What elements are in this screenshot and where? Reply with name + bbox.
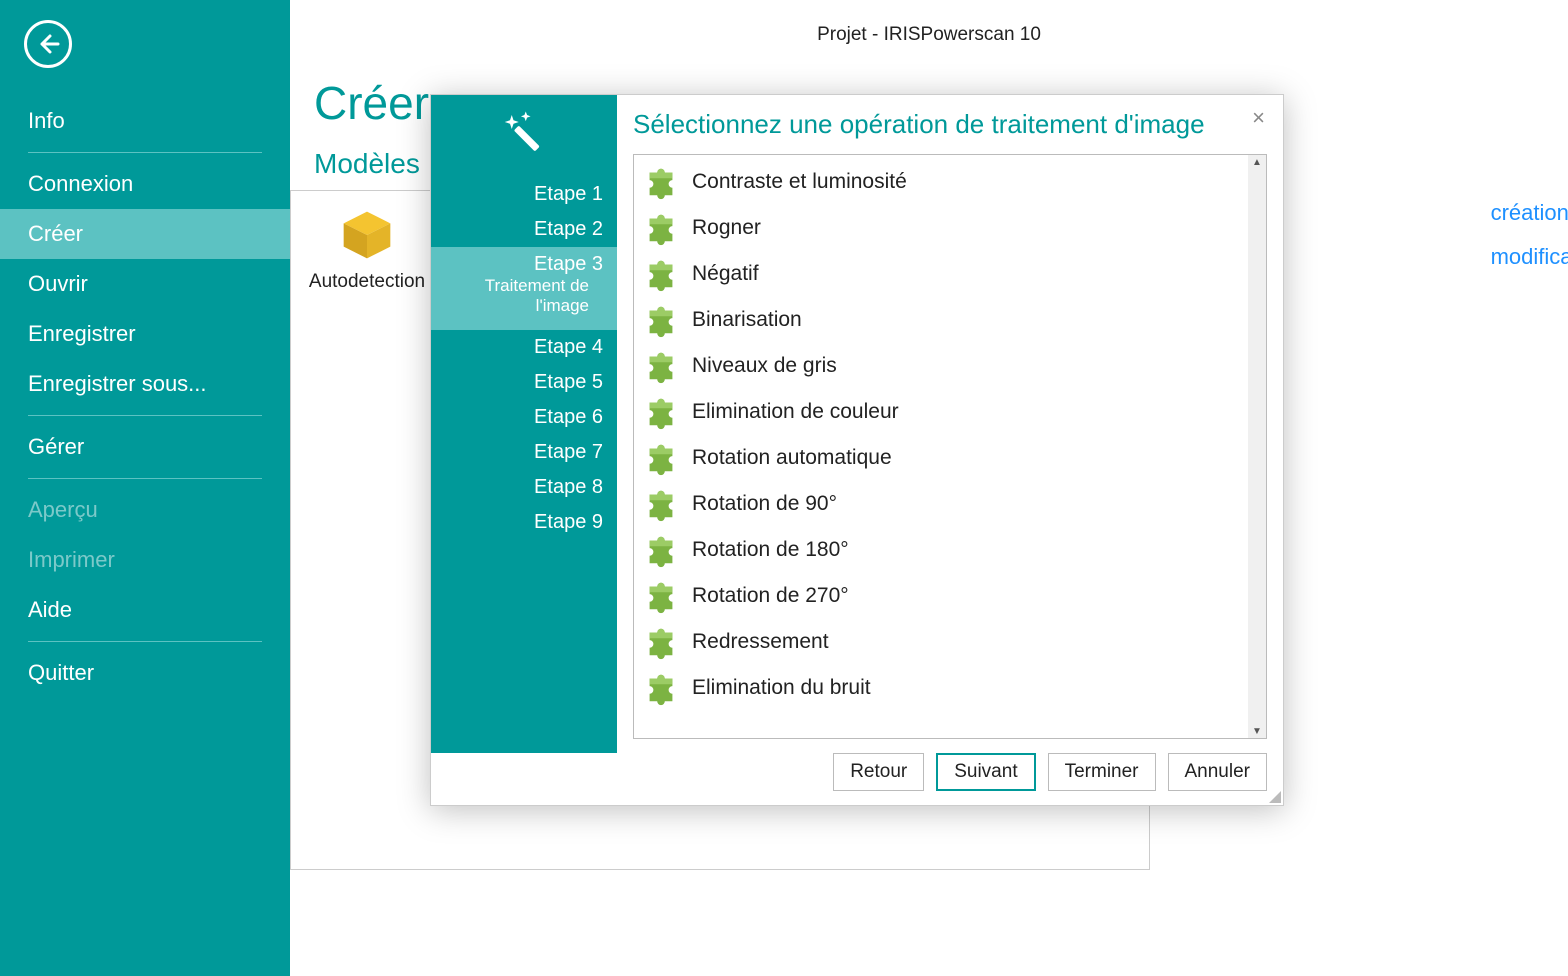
wizard-step-5[interactable]: Etape 5	[431, 365, 617, 400]
wizard-steps-panel: Etape 1 Etape 2 Etape 3 Traitement de l'…	[431, 95, 617, 753]
close-button[interactable]: ×	[1244, 101, 1273, 135]
scroll-up-icon[interactable]: ▲	[1248, 155, 1266, 169]
sidebar-item-ouvrir[interactable]: Ouvrir	[0, 259, 290, 309]
sidebar-item-info[interactable]: Info	[0, 96, 290, 146]
operation-item[interactable]: Binarisation	[634, 297, 1248, 343]
right-links: création modification	[1491, 200, 1568, 288]
next-button[interactable]: Suivant	[936, 753, 1035, 791]
operation-label: Rotation automatique	[692, 446, 892, 470]
operation-label: Négatif	[692, 262, 759, 286]
operation-item[interactable]: Négatif	[634, 251, 1248, 297]
wizard-step-3-sub: Traitement de l'image	[439, 276, 603, 324]
sidebar-item-creer[interactable]: Créer	[0, 209, 290, 259]
operation-item[interactable]: Elimination du bruit	[634, 665, 1248, 711]
sidebar-item-enregistrer[interactable]: Enregistrer	[0, 309, 290, 359]
template-label: Autodetection	[307, 271, 427, 293]
link-modification[interactable]: modification	[1491, 244, 1568, 270]
operation-label: Binarisation	[692, 308, 802, 332]
back-button[interactable]	[24, 20, 72, 68]
divider	[28, 641, 262, 642]
operation-item[interactable]: Rotation automatique	[634, 435, 1248, 481]
arrow-left-icon	[36, 32, 60, 56]
puzzle-icon	[642, 209, 680, 247]
wizard-content: × Sélectionnez une opération de traiteme…	[617, 95, 1283, 753]
scroll-down-icon[interactable]: ▼	[1248, 724, 1266, 738]
sidebar: Info Connexion Créer Ouvrir Enregistrer …	[0, 0, 290, 976]
resize-grip-icon[interactable]	[1267, 789, 1281, 803]
sidebar-item-quitter[interactable]: Quitter	[0, 648, 290, 698]
window-title: Projet - IRISPowerscan 10	[314, 0, 1544, 46]
wizard-step-1[interactable]: Etape 1	[431, 177, 617, 212]
puzzle-icon	[642, 347, 680, 385]
operation-label: Contraste et luminosité	[692, 170, 907, 194]
box-icon	[339, 207, 395, 263]
sidebar-item-gerer[interactable]: Gérer	[0, 422, 290, 472]
divider	[28, 415, 262, 416]
puzzle-icon	[642, 163, 680, 201]
wizard-step-2[interactable]: Etape 2	[431, 212, 617, 247]
finish-button[interactable]: Terminer	[1048, 753, 1156, 791]
operation-label: Niveaux de gris	[692, 354, 837, 378]
wizard-footer: Retour Suivant Terminer Annuler	[431, 753, 1283, 805]
puzzle-icon	[642, 393, 680, 431]
sidebar-item-apercu: Aperçu	[0, 485, 290, 535]
puzzle-icon	[642, 623, 680, 661]
operations-list[interactable]: Contraste et luminosité Rogner Négatif Bina…	[634, 155, 1248, 738]
operation-item[interactable]: Rotation de 180°	[634, 527, 1248, 573]
operation-label: Rotation de 180°	[692, 538, 849, 562]
wizard-step-9[interactable]: Etape 9	[431, 505, 617, 540]
wizard-title: Sélectionnez une opération de traitement…	[633, 109, 1267, 140]
puzzle-icon	[642, 485, 680, 523]
puzzle-icon	[642, 439, 680, 477]
operation-item[interactable]: Contraste et luminosité	[634, 159, 1248, 205]
wizard-step-6[interactable]: Etape 6	[431, 400, 617, 435]
wizard-step-7[interactable]: Etape 7	[431, 435, 617, 470]
operation-item[interactable]: Rogner	[634, 205, 1248, 251]
wizard-step-3[interactable]: Etape 3 Traitement de l'image	[431, 247, 617, 330]
puzzle-icon	[642, 255, 680, 293]
operation-label: Elimination du bruit	[692, 676, 871, 700]
operation-label: Redressement	[692, 630, 829, 654]
sidebar-item-enregistrer-sous[interactable]: Enregistrer sous...	[0, 359, 290, 409]
puzzle-icon	[642, 577, 680, 615]
wizard-step-3-label: Etape 3	[439, 253, 603, 276]
puzzle-icon	[642, 301, 680, 339]
wizard-dialog: Etape 1 Etape 2 Etape 3 Traitement de l'…	[430, 94, 1284, 806]
link-creation[interactable]: création	[1491, 200, 1568, 226]
operation-label: Elimination de couleur	[692, 400, 899, 424]
sidebar-item-imprimer: Imprimer	[0, 535, 290, 585]
sidebar-item-connexion[interactable]: Connexion	[0, 159, 290, 209]
operation-item[interactable]: Rotation de 90°	[634, 481, 1248, 527]
operation-label: Rogner	[692, 216, 761, 240]
operation-item[interactable]: Niveaux de gris	[634, 343, 1248, 389]
divider	[28, 478, 262, 479]
operation-label: Rotation de 90°	[692, 492, 837, 516]
wizard-step-8[interactable]: Etape 8	[431, 470, 617, 505]
operation-item[interactable]: Rotation de 270°	[634, 573, 1248, 619]
cancel-button[interactable]: Annuler	[1168, 753, 1268, 791]
operation-label: Rotation de 270°	[692, 584, 849, 608]
wizard-wand-icon	[431, 95, 617, 177]
divider	[28, 152, 262, 153]
wizard-step-4[interactable]: Etape 4	[431, 330, 617, 365]
scrollbar[interactable]: ▲ ▼	[1248, 155, 1266, 738]
back-button[interactable]: Retour	[833, 753, 924, 791]
puzzle-icon	[642, 531, 680, 569]
puzzle-icon	[642, 669, 680, 707]
template-item[interactable]: Autodetection	[307, 207, 427, 293]
sidebar-item-aide[interactable]: Aide	[0, 585, 290, 635]
operation-item[interactable]: Redressement	[634, 619, 1248, 665]
operation-item[interactable]: Elimination de couleur	[634, 389, 1248, 435]
